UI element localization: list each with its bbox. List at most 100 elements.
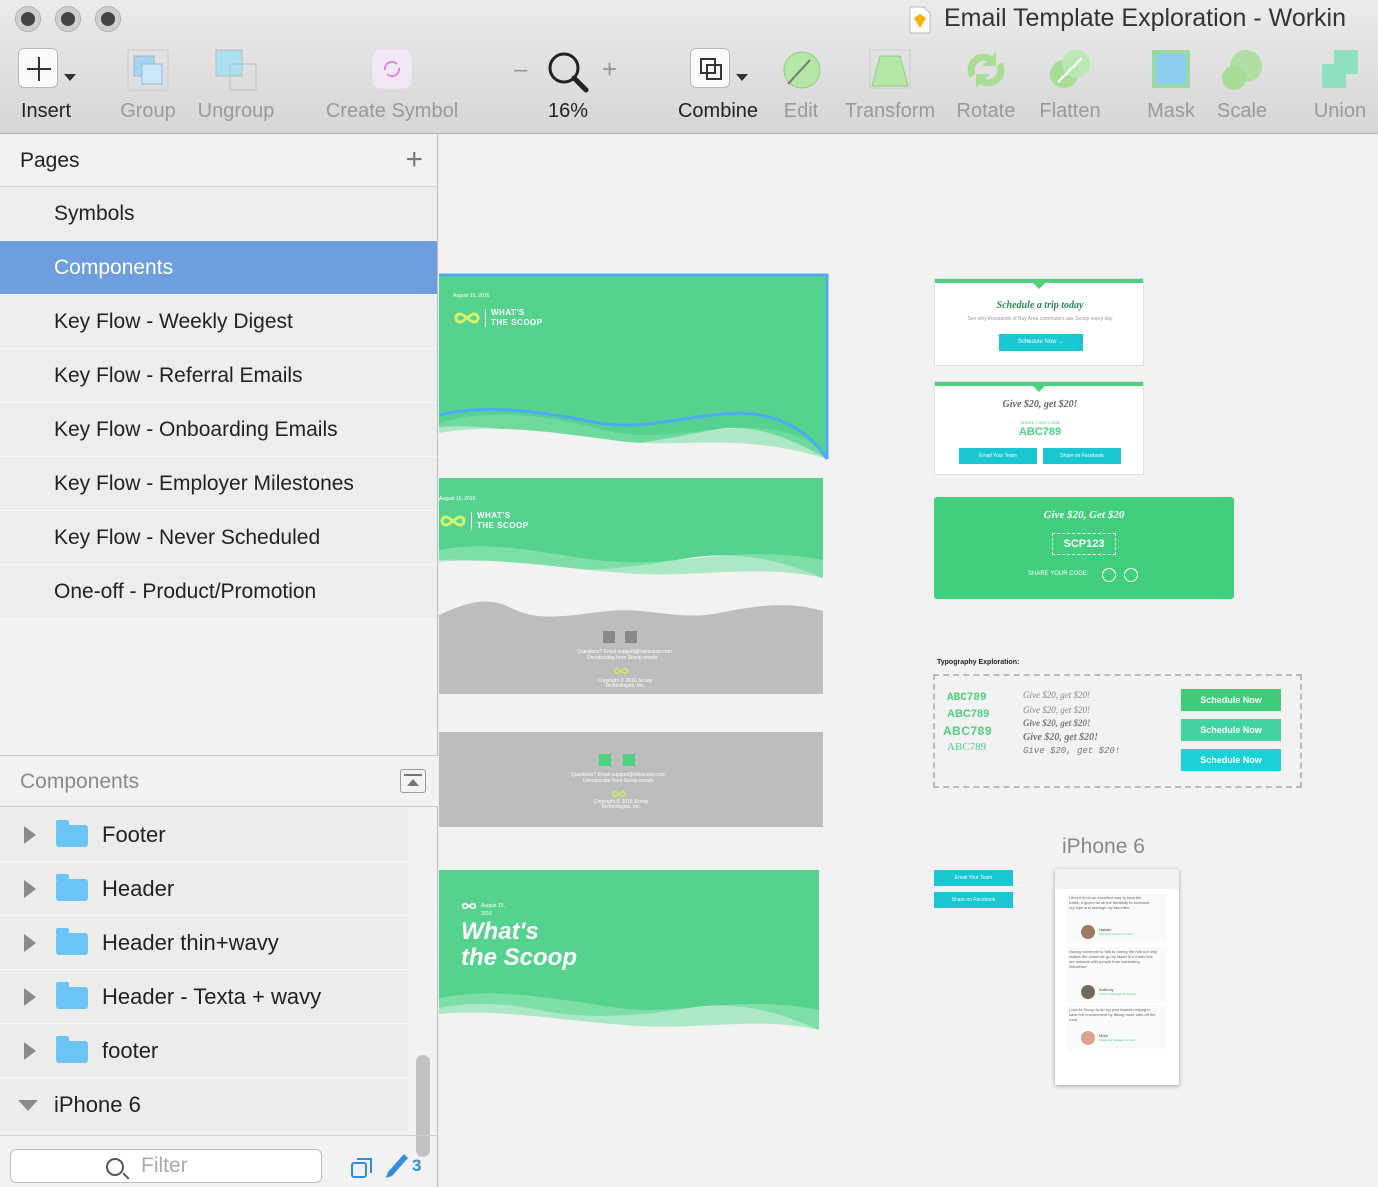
header-thin-wavy-artboard[interactable]: August 15, 2016 WHAT'S THE SCOOP: [439, 478, 823, 578]
facebook-icon[interactable]: [625, 631, 637, 643]
disclosure-triangle-icon[interactable]: [24, 988, 36, 1006]
page-item-employer-milestones[interactable]: Key Flow - Employer Milestones: [0, 457, 437, 511]
green-referral-card[interactable]: Give $20, Get $20 SCP123 SHARE YOUR CODE…: [934, 497, 1234, 599]
mail-icon[interactable]: [1102, 568, 1116, 582]
page-item-onboarding-emails[interactable]: Key Flow - Onboarding Emails: [0, 403, 437, 457]
filter-count: 3: [412, 1156, 422, 1175]
layer-group-footer[interactable]: Footer: [0, 808, 408, 862]
page-item-weekly-digest[interactable]: Key Flow - Weekly Digest: [0, 295, 437, 349]
avatar: [1081, 925, 1095, 939]
union-icon: [1322, 50, 1358, 88]
page-item-never-scheduled[interactable]: Key Flow - Never Scheduled: [0, 511, 437, 565]
referral-card-title: Give $20, get $20!: [1002, 399, 1078, 410]
page-item-product-promotion[interactable]: One-off - Product/Promotion: [0, 565, 437, 619]
share-facebook-button-small[interactable]: Share on Facebook: [934, 892, 1013, 908]
edited-layers-filter-icon[interactable]: [382, 1152, 410, 1180]
footer-unsubscribe[interactable]: Unsubscribe from Scoop emails: [583, 778, 654, 784]
add-page-button[interactable]: +: [405, 145, 423, 175]
testimonial-text: I find it to be an excellent way to beat…: [1069, 895, 1150, 910]
layer-group-header[interactable]: Header: [0, 862, 408, 916]
testimonial-text: Having someone to talk to during the rid…: [1069, 949, 1158, 969]
combine-button[interactable]: Combine: [678, 48, 758, 122]
header-wave-graphic: [439, 273, 829, 463]
disclosure-triangle-icon[interactable]: [24, 934, 36, 952]
brand-divider: [485, 309, 486, 327]
insert-button[interactable]: Insert: [18, 48, 76, 122]
green-card-share-label: SHARE YOUR CODE:: [1028, 571, 1089, 577]
transform-button[interactable]: Transform: [845, 48, 935, 122]
create-symbol-button[interactable]: Create Symbol: [326, 48, 458, 122]
disclosure-triangle-icon[interactable]: [24, 880, 36, 898]
iphone6-artboard[interactable]: I find it to be an excellent way to beat…: [1055, 869, 1179, 1085]
canvas[interactable]: August 15, 2016 WHAT'S THE SCOOP August …: [439, 135, 1378, 1187]
twitter-icon[interactable]: [599, 754, 611, 766]
symbols-filter-icon[interactable]: [350, 1156, 374, 1180]
union-button[interactable]: Union: [1314, 48, 1366, 122]
artboard-title-iphone6[interactable]: iPhone 6: [1062, 835, 1145, 859]
group-label: Group: [120, 100, 176, 122]
brand-divider: [471, 512, 472, 530]
ungroup-button[interactable]: Ungroup: [198, 48, 274, 122]
layer-group-header-texta-wavy[interactable]: Header - Texta + wavy: [0, 970, 408, 1024]
edit-icon: [783, 51, 821, 89]
zoom-in-button[interactable]: +: [602, 54, 617, 85]
schedule-now-button-teal[interactable]: Schedule Now: [1181, 749, 1281, 771]
email-team-button-small[interactable]: Email Your Team: [934, 870, 1013, 886]
twitter-icon[interactable]: [603, 631, 615, 643]
page-item-referral-emails[interactable]: Key Flow - Referral Emails: [0, 349, 437, 403]
schedule-now-button-green[interactable]: Schedule Now: [1181, 689, 1281, 711]
footer-artboard[interactable]: Questions? Email support@ridescoop.com U…: [439, 597, 823, 694]
header-artboard-selected[interactable]: August 15, 2016 WHAT'S THE SCOOP: [439, 273, 829, 463]
scoop-logo-icon: [461, 902, 477, 910]
edit-button[interactable]: Edit: [780, 48, 822, 122]
mask-button[interactable]: Mask: [1147, 48, 1195, 122]
header-texta-wavy-artboard[interactable]: August 15, 2016 What's the Scoop: [439, 870, 819, 1040]
page-item-components[interactable]: Components: [0, 241, 437, 295]
facebook-icon[interactable]: [1124, 568, 1138, 582]
testimonial-role: Marketing Manager at Intuit: [1099, 1038, 1136, 1042]
zoom-level[interactable]: 16%: [548, 100, 588, 123]
folder-icon: [56, 820, 88, 847]
collapse-layers-button[interactable]: [400, 769, 426, 793]
referral-card[interactable]: Give $20, get $20! SHARE YOUR CODE ABC78…: [934, 381, 1144, 475]
footer-flat-artboard[interactable]: Questions? Email support@ridescoop.com U…: [439, 732, 823, 827]
share-facebook-button[interactable]: Share on Facebook: [1043, 448, 1121, 464]
group-button[interactable]: Group: [120, 48, 176, 122]
give-sample-4: Give $20, get $20!: [1023, 732, 1098, 743]
filter-input[interactable]: Filter: [10, 1149, 322, 1183]
layer-group-footer-lower[interactable]: footer: [0, 1024, 408, 1078]
schedule-trip-card[interactable]: Schedule a trip today See why thousands …: [934, 278, 1144, 366]
disclosure-triangle-icon[interactable]: [24, 1042, 36, 1060]
mask-icon: [1152, 50, 1190, 88]
layer-name: footer: [102, 1038, 159, 1063]
disclosure-triangle-icon[interactable]: [18, 1100, 38, 1111]
minimize-dot-icon: [61, 12, 75, 26]
flatten-button[interactable]: Flatten: [1039, 48, 1101, 122]
code-sample-2: ABC789: [947, 708, 990, 720]
layer-name: Header - Texta + wavy: [102, 984, 322, 1009]
zoom-dot-icon: [101, 12, 115, 26]
schedule-card-subtitle: See why thousands of Bay Area commuters …: [967, 316, 1113, 322]
layer-group-header-thin-wavy[interactable]: Header thin+wavy: [0, 916, 408, 970]
page-item-symbols[interactable]: Symbols: [0, 187, 437, 241]
facebook-icon[interactable]: [623, 754, 635, 766]
typography-exploration-box[interactable]: ABC789 ABC789 ABC789 ABC789 Give $20, ge…: [933, 674, 1302, 788]
layer-list: Footer Header Header thin+wavy Header - …: [0, 808, 408, 1132]
folder-icon: [56, 874, 88, 901]
disclosure-triangle-icon[interactable]: [24, 826, 36, 844]
schedule-now-button[interactable]: Schedule Now →: [999, 334, 1083, 351]
folder-icon: [56, 928, 88, 955]
scale-icon: [1222, 50, 1262, 90]
email-team-button[interactable]: Email Your Team: [959, 448, 1037, 464]
layer-artboard-iphone6[interactable]: iPhone 6: [0, 1078, 408, 1132]
rotate-button[interactable]: Rotate: [957, 48, 1015, 122]
schedule-now-button-mint[interactable]: Schedule Now: [1181, 719, 1281, 741]
zoom-out-button[interactable]: –: [514, 56, 527, 84]
scoop-logo-icon: [454, 312, 480, 324]
avatar: [1081, 985, 1095, 999]
edit-label: Edit: [783, 100, 819, 122]
footer-unsubscribe[interactable]: Unsubscribe from Scoop emails: [587, 655, 658, 661]
give-sample-2: Give $20, get $20!: [1023, 705, 1090, 715]
scale-button[interactable]: Scale: [1217, 48, 1267, 122]
brand-line-1: WHAT'S: [491, 308, 525, 317]
